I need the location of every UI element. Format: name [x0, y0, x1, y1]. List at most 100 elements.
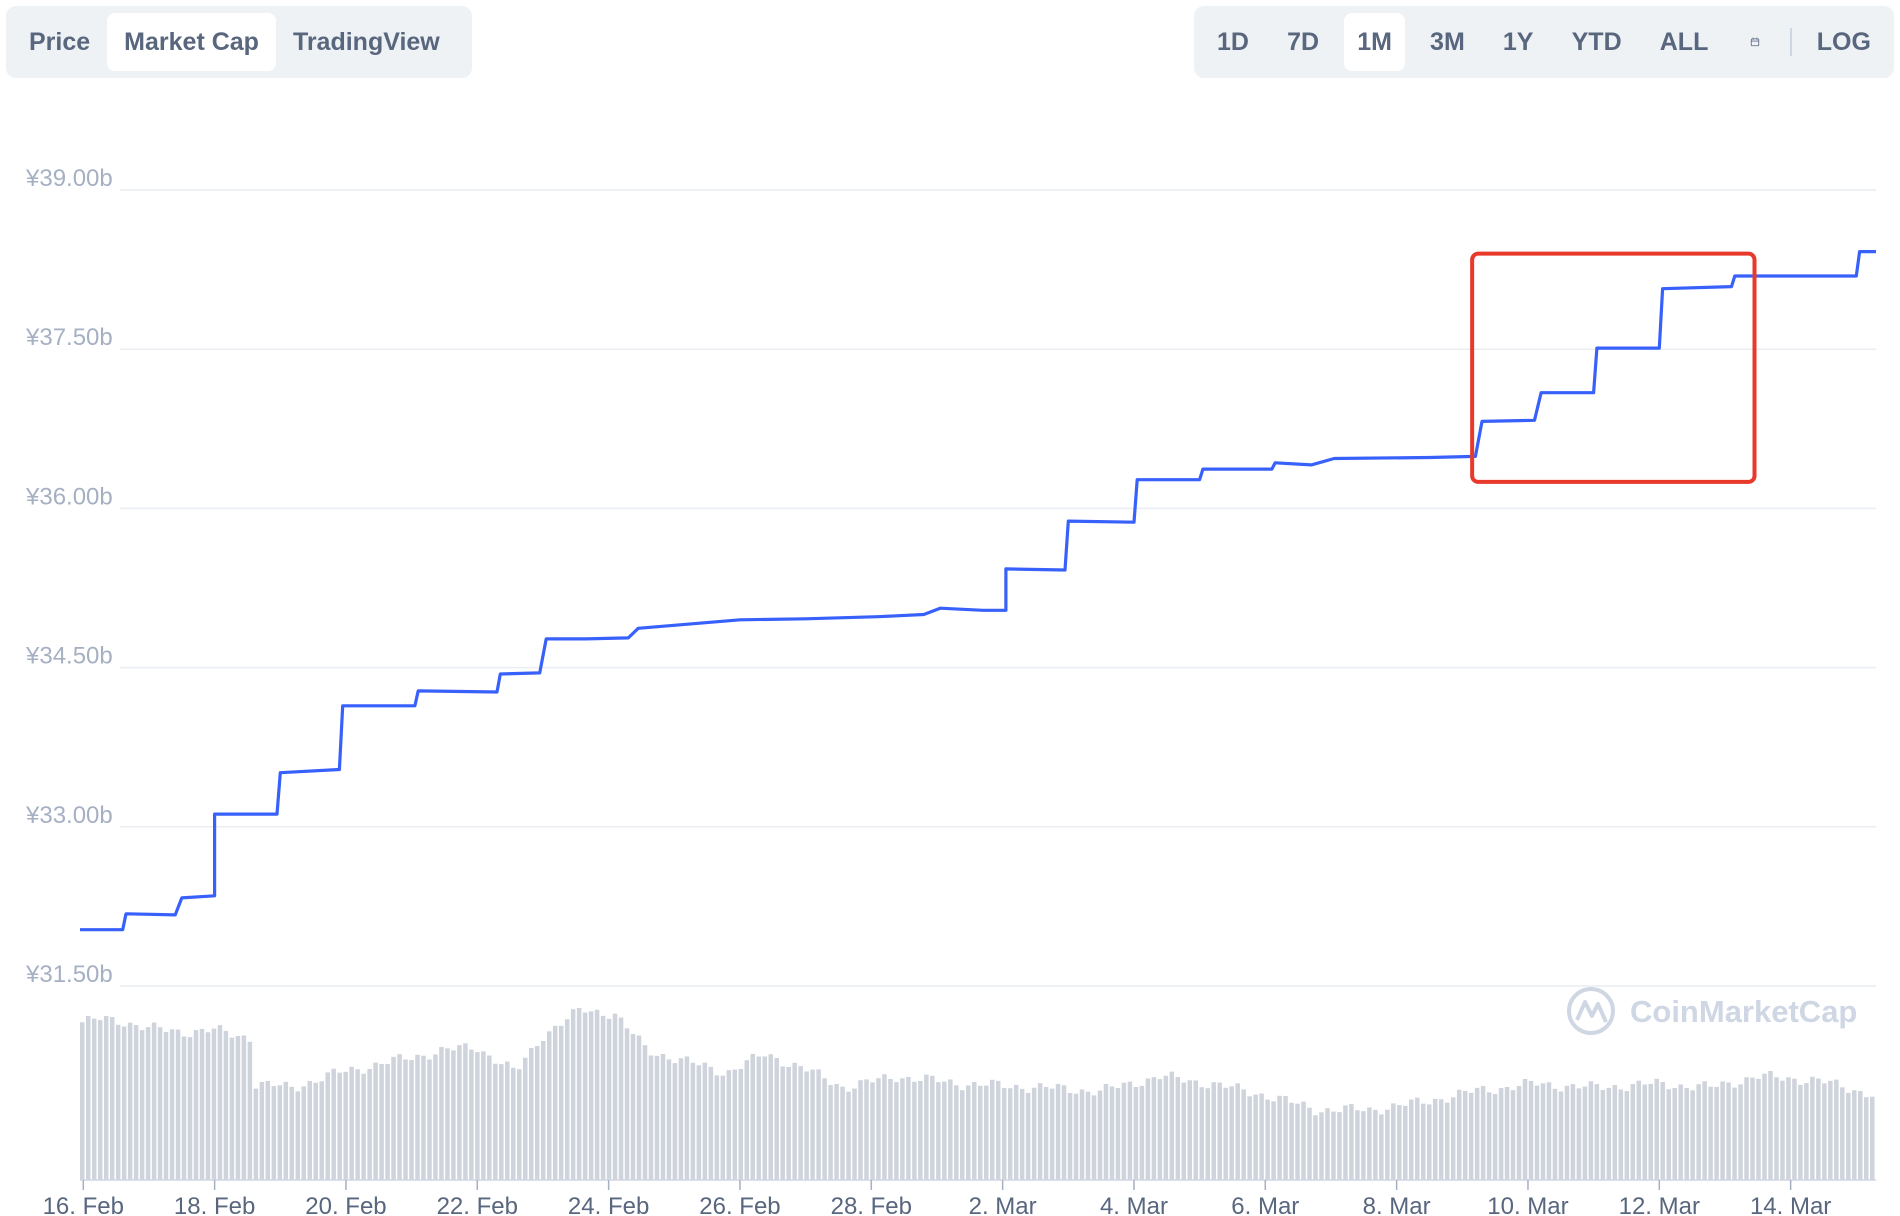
market-cap-chart: ¥31.50b ¥33.00b ¥34.50b ¥36.00b ¥37.50b ¥39.0…: [25, 165, 1876, 1216]
volume-bar: [1427, 1104, 1432, 1180]
volume-bar: [1139, 1085, 1145, 1180]
volume-bar: [756, 1056, 761, 1180]
volume-bar: [852, 1088, 857, 1180]
volume-bar: [1822, 1083, 1827, 1180]
volume-bar: [648, 1055, 654, 1180]
volume-bar: [1474, 1087, 1480, 1180]
volume-bar: [1588, 1081, 1594, 1180]
volume-bar: [1319, 1112, 1324, 1180]
volume-bar: [1163, 1075, 1169, 1180]
x-tick-label: 8. Mar: [1363, 1193, 1431, 1216]
volume-bar: [552, 1025, 558, 1180]
y-tick-label: ¥37.50b: [25, 324, 113, 351]
volume-bar: [786, 1066, 791, 1180]
volume-bar: [361, 1073, 366, 1180]
volume-bar: [1768, 1070, 1773, 1180]
volume-bar: [241, 1035, 247, 1180]
volume-bar: [1870, 1096, 1875, 1180]
x-tick-label: 4. Mar: [1100, 1193, 1168, 1216]
volume-bar: [774, 1058, 779, 1180]
volume-bar: [834, 1083, 839, 1180]
volume-bar: [91, 1018, 97, 1180]
volume-bar: [876, 1078, 881, 1180]
volume-bar: [1241, 1089, 1246, 1180]
volume-bar: [1223, 1087, 1228, 1180]
volume-bar: [1325, 1108, 1330, 1180]
y-tick-label: ¥31.50b: [25, 961, 113, 988]
volume-bar: [1061, 1085, 1067, 1180]
volume-bar: [475, 1052, 480, 1180]
watermark-text: CoinMarketCap: [1630, 994, 1857, 1029]
volume-bar: [1546, 1082, 1552, 1180]
volume-bar: [1642, 1084, 1648, 1180]
volume-bar: [972, 1081, 977, 1180]
volume-bar: [1217, 1082, 1222, 1180]
volume-bar: [1049, 1088, 1055, 1180]
volume-bar: [349, 1066, 354, 1180]
volume-bar: [1570, 1084, 1576, 1180]
volume-bar: [1121, 1082, 1127, 1180]
volume-bar: [564, 1019, 570, 1180]
volume-bar: [906, 1076, 911, 1180]
volume-bar: [1690, 1090, 1695, 1180]
volume-bar: [810, 1069, 815, 1180]
volume-bar: [313, 1082, 318, 1180]
volume-bar: [529, 1047, 534, 1180]
volume-bar: [1600, 1090, 1606, 1180]
volume-bar: [283, 1081, 289, 1180]
volume-bar: [1438, 1099, 1444, 1180]
volume-bar: [666, 1059, 672, 1180]
volume-bar: [1265, 1099, 1270, 1180]
x-tick-label: 26. Feb: [699, 1193, 780, 1216]
volume-bar: [151, 1022, 157, 1180]
volume-bar: [798, 1066, 803, 1180]
volume-bar: [1097, 1090, 1103, 1180]
volume-bar: [1019, 1088, 1025, 1180]
volume-bar: [1564, 1085, 1570, 1180]
volume-bar: [127, 1022, 133, 1180]
volume-bar: [1498, 1088, 1504, 1180]
volume-bar: [1654, 1078, 1659, 1180]
volume-bar: [457, 1045, 462, 1180]
volume-bar: [1558, 1091, 1564, 1180]
volume-bar: [433, 1054, 438, 1180]
volume-bar: [175, 1029, 181, 1180]
volume-bar: [624, 1028, 630, 1180]
volume-bar: [1624, 1091, 1630, 1180]
volume-bar: [1630, 1084, 1636, 1180]
volume-bar: [1492, 1093, 1498, 1180]
volume-bar: [1253, 1094, 1258, 1180]
volume-bar: [570, 1009, 576, 1180]
coinmarketcap-logo-icon: [1567, 987, 1615, 1035]
volume-bar: [882, 1074, 887, 1180]
volume-bar: [139, 1030, 145, 1180]
volume-bar: [235, 1036, 241, 1180]
volume-bar: [1702, 1081, 1707, 1180]
volume-bar: [582, 1012, 588, 1180]
volume-bar: [1678, 1084, 1683, 1180]
volume-bar: [1810, 1076, 1815, 1180]
volume-bar: [708, 1066, 714, 1180]
volume-bar: [1247, 1096, 1252, 1180]
y-tick-label: ¥39.00b: [25, 165, 113, 192]
volume-bar: [888, 1078, 893, 1180]
volume-bar: [1277, 1095, 1282, 1180]
volume-bar: [133, 1025, 139, 1180]
volume-bar: [672, 1063, 678, 1180]
volume-bar: [481, 1051, 486, 1180]
volume-bar: [600, 1015, 606, 1180]
volume-bar: [1043, 1087, 1049, 1180]
volume-bar: [1846, 1092, 1851, 1180]
volume-bar: [1289, 1102, 1294, 1180]
volume-bar: [894, 1082, 899, 1180]
y-tick-label: ¥33.00b: [25, 802, 113, 829]
volume-bar: [1726, 1082, 1731, 1180]
volume-bar: [427, 1059, 432, 1180]
x-tick-label: 6. Mar: [1231, 1193, 1299, 1216]
volume-bar: [1169, 1071, 1175, 1180]
volume-bar: [493, 1063, 498, 1180]
volume-bar: [630, 1034, 636, 1180]
volume-bar: [870, 1082, 875, 1180]
volume-bar: [1259, 1093, 1264, 1180]
volume-bar: [534, 1046, 540, 1180]
